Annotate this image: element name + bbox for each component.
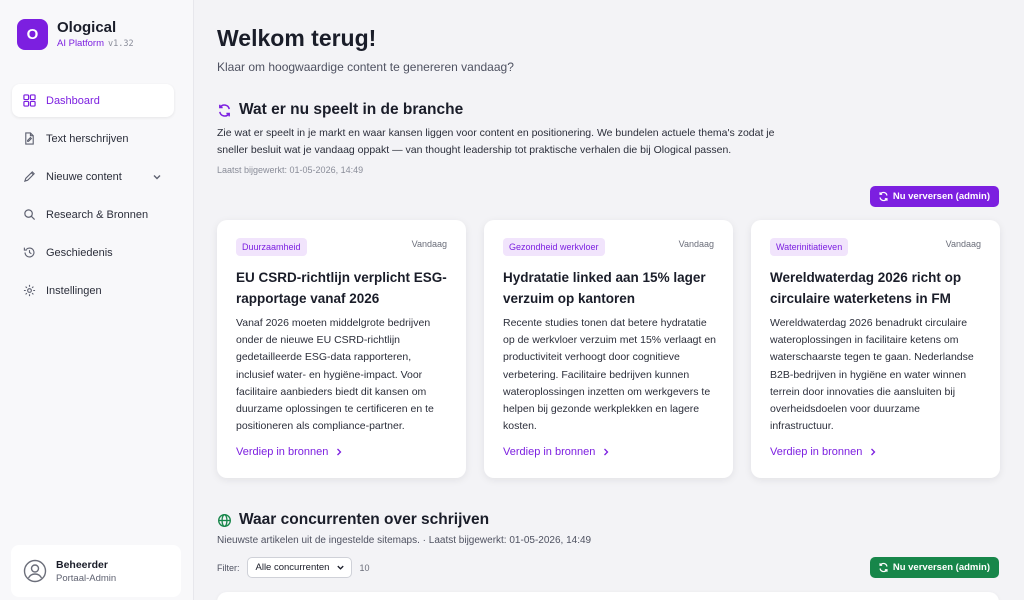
competitor-article-card: [217, 592, 999, 600]
chevron-right-icon: [604, 448, 609, 456]
pen-icon: [22, 170, 36, 184]
main-content: Welkom terug! Klaar om hoogwaardige cont…: [217, 0, 1007, 600]
refresh-label: Nu verversen (admin): [892, 562, 990, 573]
sidebar-nav: Dashboard Text herschrijven Nieuwe conte…: [12, 84, 174, 312]
card-title: Wereldwaterdag 2026 richt op circulaire …: [770, 270, 962, 306]
competitors-description: Nieuwste artikelen uit de ingestelde sit…: [217, 535, 592, 546]
chevron-down-icon[interactable]: [152, 172, 162, 182]
filter-label: Filter:: [217, 562, 240, 573]
topic-tag: Duurzaamheid: [236, 238, 307, 256]
card-title: EU CSRD-richtlijn verplicht ESG-rapporta…: [236, 270, 447, 306]
sidebar-item-geschiedenis[interactable]: Geschiedenis: [12, 236, 174, 269]
chevron-right-icon: [871, 448, 876, 456]
sidebar-item-label: Dashboard: [46, 94, 100, 107]
trends-description: Zie wat er speelt in je markt en waar ka…: [217, 127, 775, 156]
brand-subtitle: AI Platform v1.32: [57, 38, 134, 49]
card-body: Recente studies tonen dat betere hydrata…: [503, 317, 717, 433]
refresh-icon: [879, 191, 888, 202]
refresh-competitors-button[interactable]: Nu verversen (admin): [869, 557, 999, 578]
globe-icon: [218, 513, 231, 527]
card-date: Vandaag: [678, 239, 714, 249]
topic-tag: Gezondheid werkvloer: [503, 238, 605, 256]
sidebar-item-label: Instellingen: [46, 284, 102, 297]
user-card[interactable]: Beheerder Portaal-Admin: [11, 545, 181, 597]
user-role: Portaal-Admin: [56, 572, 117, 584]
refresh-icon: [219, 103, 230, 117]
history-icon: [22, 246, 36, 260]
card-title: Hydratatie linked aan 15% lager verzuim …: [503, 270, 706, 306]
sidebar-item-text-herschrijven[interactable]: Text herschrijven: [12, 122, 174, 155]
gear-icon: [22, 284, 36, 298]
sidebar-item-instellingen[interactable]: Instellingen: [12, 274, 174, 307]
sidebar-item-label: Nieuwe content: [46, 170, 122, 183]
refresh-icon: [879, 562, 888, 573]
sidebar-item-label: Research & Bronnen: [46, 208, 149, 221]
card-date: Vandaag: [411, 239, 447, 249]
card-body: Vanaf 2026 moeten middelgrote bedrijven …: [236, 317, 434, 433]
chevron-right-icon: [337, 448, 342, 456]
brand[interactable]: O Ological AI Platform v1.32: [17, 19, 134, 50]
competitor-select[interactable]: Alle concurrenten: [246, 557, 352, 578]
sources-link[interactable]: Verdiep in bronnen: [236, 446, 343, 458]
competitor-filter: Filter: Alle concurrenten 10: [217, 557, 370, 578]
page-title: Welkom terug!: [217, 25, 377, 51]
avatar: [23, 559, 47, 583]
chevron-down-icon: [336, 565, 344, 570]
grid-icon: [22, 94, 36, 108]
sidebar-item-research[interactable]: Research & Bronnen: [12, 198, 174, 231]
sources-link[interactable]: Verdiep in bronnen: [503, 446, 610, 458]
sidebar-item-label: Text herschrijven: [46, 132, 129, 145]
card-body: Wereldwaterdag 2026 benadrukt circulaire…: [770, 317, 974, 433]
logo: O: [17, 19, 48, 50]
trend-card: Duurzaamheid Vandaag EU CSRD-richtlijn v…: [217, 220, 466, 478]
competitors-title: Waar concurrenten over schrijven: [239, 511, 490, 528]
brand-name: Ological: [57, 19, 117, 36]
trends-updated: Laatst bijgewerkt: 01-05-2026, 14:49: [217, 165, 364, 175]
trends-header: Wat er nu speelt in de branche: [217, 101, 463, 119]
search-icon: [22, 208, 36, 222]
result-count: 10: [359, 562, 370, 573]
card-date: Vandaag: [945, 239, 981, 249]
topic-tag: Waterinitiatieven: [770, 238, 849, 256]
sidebar-item-dashboard[interactable]: Dashboard: [12, 84, 174, 117]
document-edit-icon: [22, 132, 36, 146]
refresh-label: Nu verversen (admin): [892, 191, 990, 202]
sources-link[interactable]: Verdiep in bronnen: [770, 446, 877, 458]
user-name: Beheerder: [56, 558, 108, 571]
trend-card: Waterinitiatieven Vandaag Wereldwaterdag…: [751, 220, 1000, 478]
sidebar: O Ological AI Platform v1.32 Dashboard Te…: [0, 0, 194, 600]
version-label: v1.32: [108, 39, 134, 49]
sidebar-item-nieuwe-content[interactable]: Nieuwe content: [12, 160, 174, 193]
sidebar-item-label: Geschiedenis: [46, 246, 113, 259]
refresh-trends-button[interactable]: Nu verversen (admin): [869, 186, 999, 207]
trends-title: Wat er nu speelt in de branche: [239, 101, 464, 118]
page-subtitle: Klaar om hoogwaardige content te generer…: [217, 60, 514, 74]
competitors-header: Waar concurrenten over schrijven: [217, 511, 489, 529]
trend-card: Gezondheid werkvloer Vandaag Hydratatie …: [484, 220, 733, 478]
